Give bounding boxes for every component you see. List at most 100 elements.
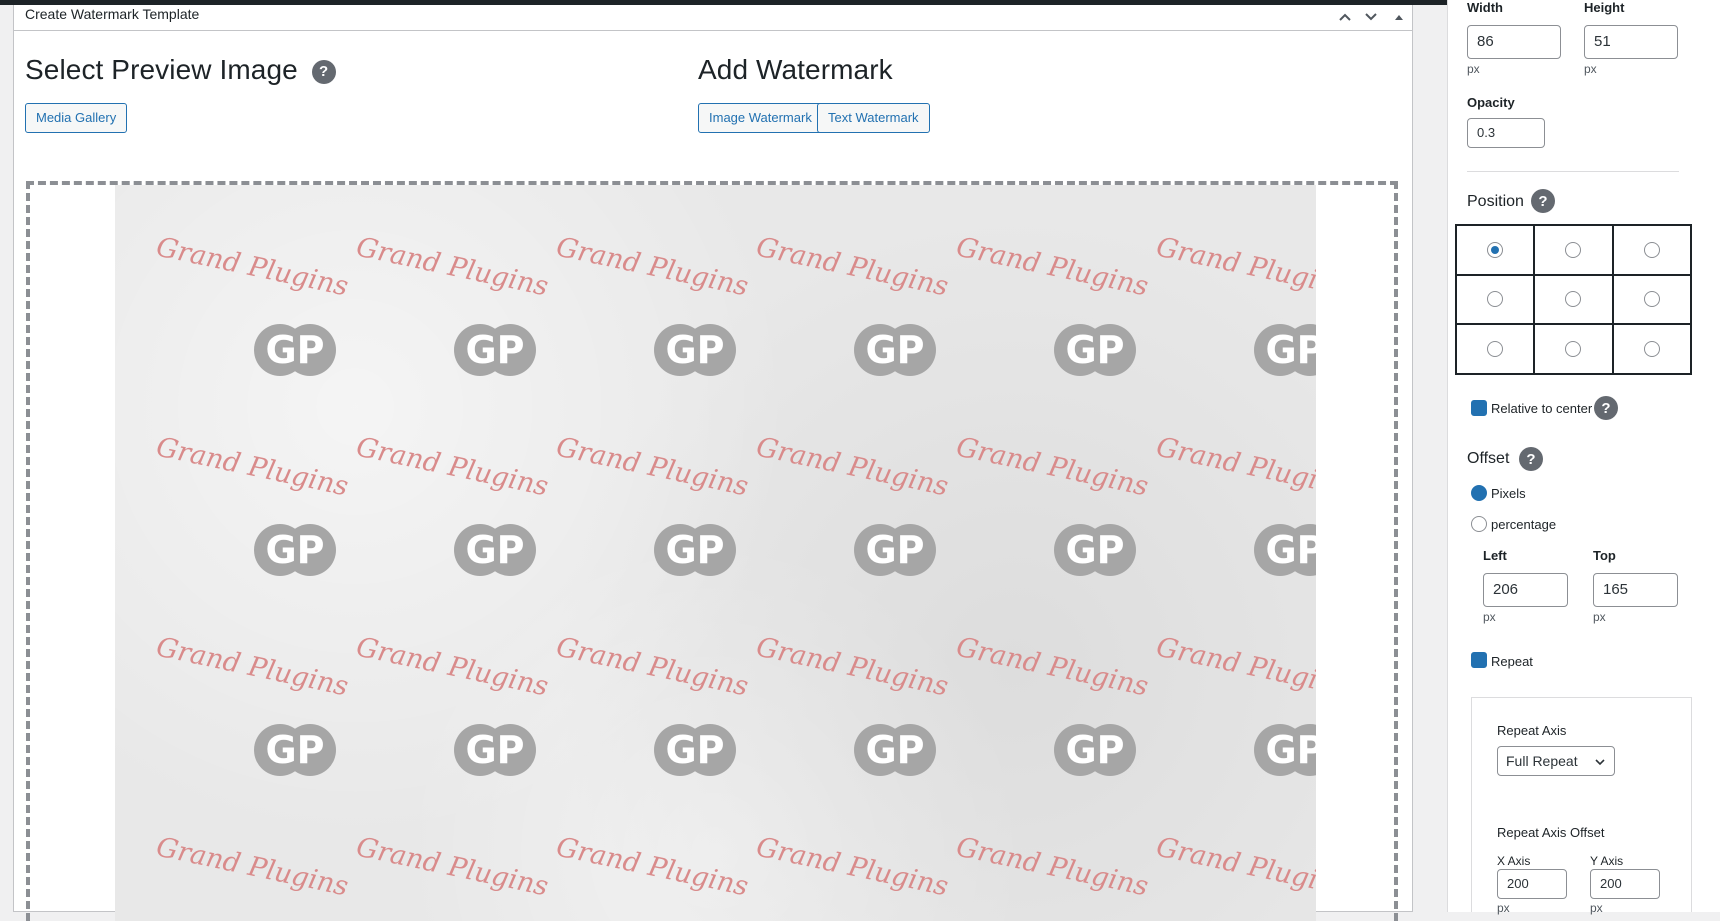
svg-text:GP: GP: [865, 528, 924, 572]
svg-text:GP: GP: [665, 528, 724, 572]
watermark-logo-mark: GP: [454, 724, 536, 776]
y-axis-offset-input[interactable]: 200: [1590, 869, 1660, 899]
postbox-header: Create Watermark Template: [14, 5, 1412, 31]
chevron-down-icon: [1595, 759, 1605, 766]
triangle-up-icon: [1395, 15, 1403, 20]
svg-text:GP: GP: [265, 328, 324, 372]
width-input[interactable]: 86: [1467, 25, 1561, 59]
svg-text:GP: GP: [465, 328, 524, 372]
radio-icon: [1565, 291, 1582, 308]
watermark-text-mark: Grand Plugins: [754, 632, 951, 703]
watermark-logo-mark: GP: [1254, 324, 1316, 376]
text-watermark-button[interactable]: Text Watermark: [817, 103, 930, 133]
svg-text:GP: GP: [1265, 728, 1316, 772]
svg-text:GP: GP: [865, 728, 924, 772]
svg-text:GP: GP: [1065, 728, 1124, 772]
watermark-text-mark: Grand Plugins: [954, 832, 1151, 903]
repeat-axis-offset-label: Repeat Axis Offset: [1497, 825, 1605, 840]
relative-to-center-label: Relative to center: [1491, 401, 1593, 416]
watermark-logo-mark: GP: [254, 524, 336, 576]
x-axis-offset-input[interactable]: 200: [1497, 869, 1567, 899]
watermark-text-mark: Grand Plugins: [754, 232, 951, 303]
width-label: Width: [1467, 0, 1503, 15]
create-watermark-template-box: Create Watermark Template Select Preview…: [13, 5, 1413, 921]
svg-text:GP: GP: [665, 328, 724, 372]
height-input[interactable]: 51: [1584, 25, 1678, 59]
percentage-radio[interactable]: [1471, 516, 1487, 532]
watermark-logo-mark: GP: [254, 724, 336, 776]
top-label: Top: [1593, 548, 1616, 563]
relative-to-center-checkbox[interactable]: [1471, 400, 1487, 416]
watermark-logo-mark: GP: [254, 324, 336, 376]
svg-text:GP: GP: [465, 728, 524, 772]
position-bottom-left[interactable]: [1456, 324, 1535, 374]
watermark-text-mark: Grand Plugins: [954, 232, 1151, 303]
toggle-panel-button[interactable]: [1388, 5, 1410, 29]
position-help-icon[interactable]: ?: [1531, 189, 1555, 213]
svg-text:GP: GP: [265, 528, 324, 572]
position-top-right[interactable]: [1612, 225, 1691, 275]
media-gallery-button[interactable]: Media Gallery: [25, 103, 128, 133]
watermark-text-mark: Grand Plugins: [354, 632, 551, 703]
x-axis-unit: px: [1497, 901, 1510, 915]
select-preview-title: Select Preview Image: [25, 54, 298, 85]
height-label: Height: [1584, 0, 1625, 15]
move-up-button[interactable]: [1334, 5, 1356, 29]
offset-help-icon[interactable]: ?: [1519, 447, 1543, 471]
svg-text:GP: GP: [1265, 528, 1316, 572]
percentage-label: percentage: [1491, 517, 1557, 532]
radio-icon: [1487, 291, 1504, 308]
watermark-logo-mark: GP: [654, 524, 736, 576]
position-top-left[interactable]: [1456, 225, 1535, 275]
preview-help-icon[interactable]: ?: [311, 59, 336, 84]
offset-label: Offset: [1467, 450, 1510, 467]
watermark-logo-mark: GP: [1054, 724, 1136, 776]
relative-help-icon[interactable]: ?: [1594, 396, 1618, 420]
watermark-text-mark: Grand Plugins: [554, 832, 751, 903]
divider: [1467, 171, 1679, 172]
svg-text:GP: GP: [665, 728, 724, 772]
left-offset-input[interactable]: 206: [1483, 573, 1568, 607]
watermark-text-mark: Grand Plugins: [554, 432, 751, 503]
top-offset-input[interactable]: 165: [1593, 573, 1678, 607]
watermark-text-mark: Grand Plugins: [154, 432, 351, 503]
watermark-text-mark: Grand Plugins: [754, 432, 951, 503]
watermark-logo-mark: GP: [854, 724, 936, 776]
watermark-text-mark: Grand Plugins: [154, 832, 351, 903]
watermark-overlay[interactable]: Grand Plugins Grand Plugins Grand Plugins G…: [115, 185, 1316, 921]
position-bottom-right[interactable]: [1612, 324, 1691, 374]
chevron-up-icon: [1339, 13, 1351, 21]
position-top-center[interactable]: [1534, 225, 1613, 275]
svg-text:GP: GP: [465, 528, 524, 572]
watermark-logo-mark: GP: [1254, 524, 1316, 576]
position-middle-right[interactable]: [1612, 274, 1691, 325]
position-bottom-center[interactable]: [1534, 324, 1613, 374]
left-label: Left: [1483, 548, 1507, 563]
watermark-text-mark: Grand Plugins: [1154, 232, 1316, 303]
position-label: Position: [1467, 193, 1524, 210]
watermark-logo-mark: GP: [1054, 324, 1136, 376]
repeat-axis-label: Repeat Axis: [1497, 723, 1567, 738]
svg-text:GP: GP: [1065, 328, 1124, 372]
opacity-input[interactable]: 0.3: [1467, 118, 1545, 148]
preview-dropzone: Grand Plugins Grand Plugins Grand Plugins G…: [26, 181, 1398, 921]
svg-text:GP: GP: [265, 728, 324, 772]
y-axis-unit: px: [1590, 901, 1603, 915]
width-unit: px: [1467, 62, 1480, 76]
watermark-text-mark: Grand Plugins: [354, 232, 551, 303]
select-preview-heading: Select Preview Image ?: [25, 54, 336, 86]
repeat-checkbox[interactable]: [1471, 652, 1487, 668]
move-down-button[interactable]: [1360, 5, 1382, 29]
position-center[interactable]: [1534, 274, 1613, 325]
radio-icon: [1487, 341, 1504, 358]
pixels-radio[interactable]: [1471, 485, 1487, 501]
pixels-label: Pixels: [1491, 486, 1526, 501]
watermark-logo-mark: GP: [854, 524, 936, 576]
image-watermark-button[interactable]: Image Watermark: [698, 103, 823, 133]
position-middle-left[interactable]: [1456, 274, 1535, 325]
position-grid: [1455, 224, 1692, 375]
watermark-text-mark: Grand Plugins: [954, 632, 1151, 703]
watermark-text-mark: Grand Plugins: [354, 832, 551, 903]
left-unit: px: [1483, 610, 1496, 624]
repeat-axis-select[interactable]: Full Repeat: [1497, 746, 1615, 776]
